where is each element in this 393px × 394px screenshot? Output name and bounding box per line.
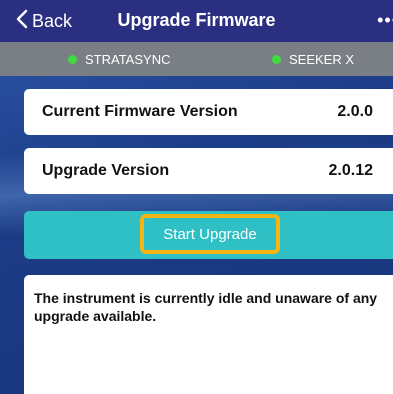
upgrade-version-card: Upgrade Version 2.0.12: [24, 148, 393, 194]
device-status-stratasync: STRATASYNC: [68, 52, 170, 67]
start-upgrade-button[interactable]: Start Upgrade: [140, 214, 280, 254]
current-firmware-label: Current Firmware Version: [42, 103, 238, 120]
page-title: Upgrade Firmware: [117, 10, 276, 30]
status-panel: The instrument is currently idle and una…: [24, 275, 393, 394]
more-icon[interactable]: •••: [377, 10, 393, 31]
device-status-seeker: SEEKER X: [272, 52, 354, 67]
device-name: SEEKER X: [289, 52, 355, 67]
upgrade-version-value: 2.0.12: [328, 162, 373, 179]
current-firmware-card: Current Firmware Version 2.0.0: [24, 89, 393, 135]
device-status-bar: STRATASYNC SEEKER X: [0, 42, 393, 76]
upgrade-version-label: Upgrade Version: [42, 162, 170, 179]
current-firmware-value: 2.0.0: [337, 103, 373, 120]
status-message: The instrument is currently idle and una…: [34, 290, 378, 324]
device-name: STRATASYNC: [85, 52, 171, 67]
connected-dot-icon: [68, 55, 77, 64]
connected-dot-icon: [272, 55, 281, 64]
navigation-bar: Back Upgrade Firmware •••: [0, 0, 393, 42]
